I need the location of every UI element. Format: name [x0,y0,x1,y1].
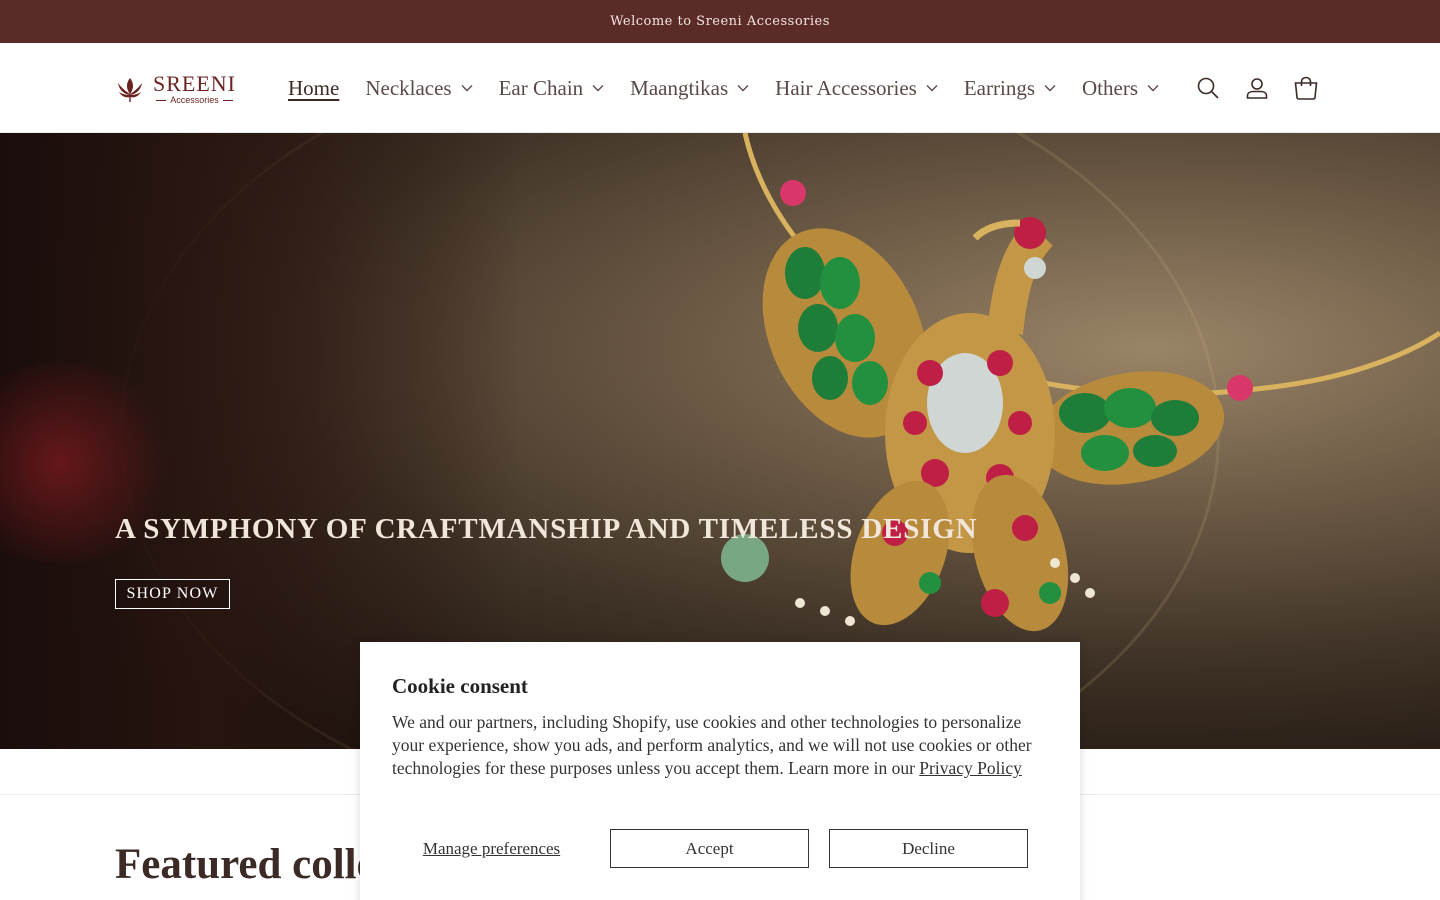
cart-button[interactable] [1288,70,1324,106]
nav-item-ear-chain[interactable]: Ear Chain [499,76,605,101]
manage-preferences-button[interactable]: Manage preferences [392,829,591,868]
nav-item-label: Others [1082,75,1139,100]
chevron-down-icon [926,85,938,92]
shop-now-button[interactable]: SHOP NOW [115,579,230,609]
nav-item-label: Maangtikas [630,75,729,100]
brand-name: SREENI [153,70,236,96]
nav-item-maangtikas[interactable]: Maangtikas [630,76,749,101]
nav-item-hair-accessories[interactable]: Hair Accessories [775,76,938,101]
cookie-consent-dialog: Cookie consent We and our partners, incl… [360,642,1080,900]
chevron-down-icon [1147,85,1159,92]
nav-item-label: Necklaces [365,75,452,100]
logo[interactable]: SREENI Accessories [115,69,245,109]
brand-tagline: Accessories [156,95,233,106]
privacy-policy-link[interactable]: Privacy Policy [919,758,1022,778]
nav-item-label: Hair Accessories [775,75,917,100]
chevron-down-icon [737,85,749,92]
account-button[interactable] [1239,70,1275,106]
accept-button[interactable]: Accept [610,829,809,868]
nav-item-label: Earrings [963,75,1036,100]
decline-button[interactable]: Decline [829,829,1028,868]
cart-icon [1294,76,1318,100]
chevron-down-icon [592,85,604,92]
announcement-bar: Welcome to Sreeni Accessories [0,0,1440,43]
cookie-body: We and our partners, including Shopify, … [392,711,1052,780]
header-icons [1190,70,1337,106]
cookie-title: Cookie consent [392,674,528,698]
nav-item-label: Ear Chain [498,75,584,100]
chevron-down-icon [461,85,473,92]
nav-item-earrings[interactable]: Earrings [964,76,1056,101]
nav-item-home[interactable]: Home [288,76,339,101]
search-icon [1197,77,1219,99]
chevron-down-icon [1044,85,1056,92]
site-header: SREENI Accessories Home Necklaces Ear Ch… [0,43,1440,133]
nav-item-others[interactable]: Others [1082,76,1159,101]
announcement-text: Welcome to Sreeni Accessories [610,14,830,29]
nav-item-necklaces[interactable]: Necklaces [365,75,473,101]
main-nav: Home Necklaces Ear Chain Maangtikas Hair… [288,43,1185,133]
lotus-logo-icon [118,78,142,102]
hero-title: A SYMPHONY OF CRAFTMANSHIP AND TIMELESS … [115,513,978,545]
nav-item-label: Home [288,75,340,100]
search-button[interactable] [1190,70,1226,106]
account-icon [1246,78,1268,99]
